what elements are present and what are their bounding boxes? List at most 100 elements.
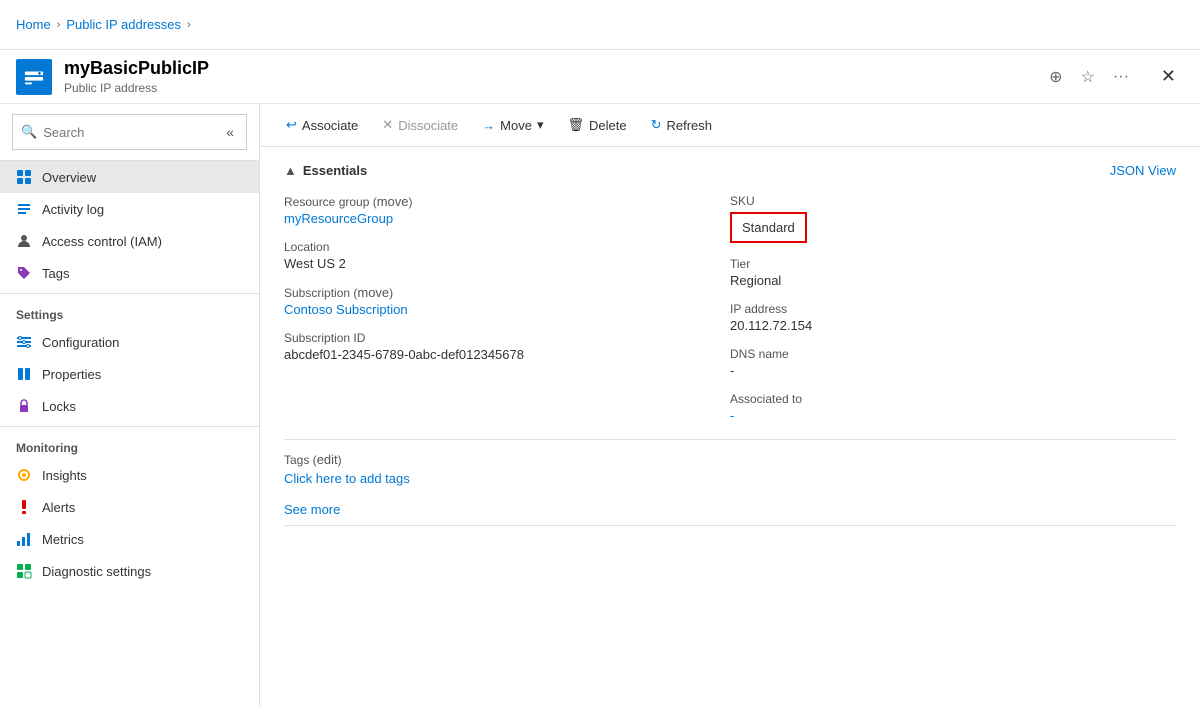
move-button[interactable]: → Move ▾: [472, 112, 553, 138]
sku-value: Standard: [730, 210, 1176, 243]
ip-address-label: IP address: [730, 302, 1176, 316]
subscription-label: Subscription (move): [284, 285, 730, 300]
field-resource-group: Resource group (move) myResourceGroup: [284, 194, 730, 226]
associate-button[interactable]: ↩ Associate: [276, 112, 368, 138]
field-subscription-id: Subscription ID abcdef01-2345-6789-0abc-…: [284, 331, 730, 362]
associated-to-link[interactable]: -: [730, 408, 734, 423]
diagnostic-settings-icon: [16, 563, 32, 579]
tags-section: Tags (edit) Click here to add tags: [284, 439, 1176, 486]
dissociate-icon: ✕: [382, 117, 393, 133]
essentials-section: ▲ Essentials JSON View Resource group (m…: [260, 147, 1200, 542]
subscription-move-link[interactable]: move: [357, 285, 389, 300]
breadcrumb-sep1: ›: [57, 19, 61, 31]
sidebar-item-activity-log-label: Activity log: [42, 202, 104, 217]
close-button[interactable]: ✕: [1153, 62, 1184, 91]
associate-label: Associate: [302, 118, 358, 133]
pin-button[interactable]: ⊕: [1045, 63, 1066, 91]
field-subscription: Subscription (move) Contoso Subscription: [284, 285, 730, 317]
tags-icon: [16, 265, 32, 281]
tags-add-link[interactable]: Click here to add tags: [284, 471, 410, 486]
resource-icon: [16, 59, 52, 95]
configuration-icon: [16, 334, 32, 350]
location-value: West US 2: [284, 256, 730, 271]
subscription-id-label: Subscription ID: [284, 331, 730, 345]
dns-name-value: -: [730, 363, 1176, 378]
dissociate-button[interactable]: ✕ Dissociate: [372, 112, 468, 138]
associate-icon: ↩: [286, 117, 297, 133]
essentials-grid: Resource group (move) myResourceGroup Lo…: [284, 194, 1176, 423]
metrics-icon: [16, 531, 32, 547]
json-view-link[interactable]: JSON View: [1110, 163, 1176, 178]
sidebar-item-access-control[interactable]: Access control (IAM): [0, 225, 259, 257]
delete-button[interactable]: 🗑 Delete: [557, 112, 636, 138]
breadcrumb: Home › Public IP addresses ›: [16, 17, 191, 32]
activity-log-icon: [16, 201, 32, 217]
sidebar-item-overview-label: Overview: [42, 170, 96, 185]
sku-label: SKU: [730, 194, 1176, 208]
see-more-link[interactable]: See more: [284, 502, 340, 517]
toolbar: ↩ Associate ✕ Dissociate → Move ▾ 🗑 Dele…: [260, 104, 1200, 147]
properties-icon: [16, 366, 32, 382]
move-icon: →: [482, 118, 495, 133]
associated-to-label: Associated to: [730, 392, 1176, 406]
sidebar-item-diagnostic-settings-label: Diagnostic settings: [42, 564, 151, 579]
refresh-button[interactable]: ↻ Refresh: [641, 112, 722, 138]
sidebar-item-activity-log[interactable]: Activity log: [0, 193, 259, 225]
sidebar-item-metrics[interactable]: Metrics: [0, 523, 259, 555]
sidebar-item-alerts[interactable]: Alerts: [0, 491, 259, 523]
sidebar-search-area: 🔍 «: [0, 104, 259, 161]
sidebar-item-metrics-label: Metrics: [42, 532, 84, 547]
field-location: Location West US 2: [284, 240, 730, 271]
refresh-label: Refresh: [666, 118, 712, 133]
sidebar-item-insights-label: Insights: [42, 468, 87, 483]
favorite-button[interactable]: ☆: [1077, 63, 1099, 91]
sidebar: 🔍 « Overview Activity log Access control: [0, 104, 260, 707]
search-box: 🔍 «: [12, 114, 247, 150]
essentials-chevron-icon: ▲: [284, 163, 297, 178]
sidebar-item-diagnostic-settings[interactable]: Diagnostic settings: [0, 555, 259, 587]
tags-edit-link[interactable]: edit: [317, 452, 338, 467]
move-label: Move: [500, 118, 532, 133]
breadcrumb-pip[interactable]: Public IP addresses: [66, 17, 181, 32]
essentials-title: ▲ Essentials: [284, 163, 367, 178]
resource-title-block: myBasicPublicIP Public IP address: [64, 58, 1045, 95]
delete-icon: 🗑: [567, 117, 584, 133]
resource-group-move-link[interactable]: move: [377, 194, 409, 209]
main-layout: 🔍 « Overview Activity log Access control: [0, 104, 1200, 707]
resource-group-link[interactable]: myResourceGroup: [284, 211, 393, 226]
resource-header: myBasicPublicIP Public IP address ⊕ ☆ ··…: [0, 50, 1200, 104]
resource-group-label: Resource group (move): [284, 194, 730, 209]
insights-icon: [16, 467, 32, 483]
tier-value: Regional: [730, 273, 1176, 288]
refresh-icon: ↻: [651, 117, 662, 133]
more-button[interactable]: ···: [1109, 64, 1133, 90]
dissociate-label: Dissociate: [398, 118, 458, 133]
sidebar-item-insights[interactable]: Insights: [0, 459, 259, 491]
sidebar-item-overview[interactable]: Overview: [0, 161, 259, 193]
associated-to-value: -: [730, 408, 1176, 423]
resource-group-value: myResourceGroup: [284, 211, 730, 226]
locks-icon: [16, 398, 32, 414]
collapse-button[interactable]: «: [222, 120, 238, 144]
see-more: See more: [284, 502, 1176, 526]
subscription-link[interactable]: Contoso Subscription: [284, 302, 408, 317]
sidebar-item-tags[interactable]: Tags: [0, 257, 259, 289]
see-more-divider: [284, 525, 1176, 526]
sidebar-item-alerts-label: Alerts: [42, 500, 75, 515]
content-area: ↩ Associate ✕ Dissociate → Move ▾ 🗑 Dele…: [260, 104, 1200, 707]
sidebar-item-configuration[interactable]: Configuration: [0, 326, 259, 358]
tags-label: Tags (edit): [284, 452, 1176, 467]
sidebar-item-access-control-label: Access control (IAM): [42, 234, 162, 249]
breadcrumb-home[interactable]: Home: [16, 17, 51, 32]
field-tier: Tier Regional: [730, 257, 1176, 288]
ip-address-value: 20.112.72.154: [730, 318, 1176, 333]
delete-label: Delete: [589, 118, 627, 133]
resource-subtitle: Public IP address: [64, 81, 1045, 95]
sidebar-item-properties-label: Properties: [42, 367, 101, 382]
field-sku: SKU Standard: [730, 194, 1176, 243]
search-input[interactable]: [43, 125, 216, 140]
sidebar-item-locks[interactable]: Locks: [0, 390, 259, 422]
field-dns-name: DNS name -: [730, 347, 1176, 378]
sidebar-item-properties[interactable]: Properties: [0, 358, 259, 390]
location-label: Location: [284, 240, 730, 254]
